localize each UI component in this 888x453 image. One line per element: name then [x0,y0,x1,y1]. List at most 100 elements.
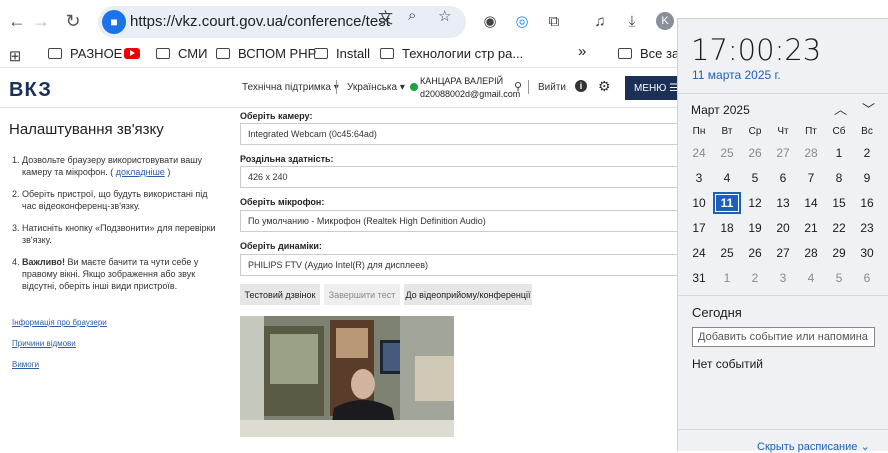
user-name[interactable]: КАНЦАРА ВАЛЕРІЙ [420,76,503,86]
camera-select[interactable]: Integrated Webcam (0c45:64ad) [240,123,680,145]
support-dropdown[interactable]: Технічна підтримка ▾ [242,82,339,93]
calendar-day[interactable]: 14 [797,192,825,214]
bookmark-raznoe[interactable]: РАЗНОЕ [48,46,122,61]
calendar-day[interactable]: 25 [713,242,741,264]
site-header: ВКЗ Технічна підтримка ▾ Українська ▾ КА… [0,70,680,108]
calendar-day[interactable]: 5 [825,267,853,289]
clock-date[interactable]: 11 марта 2025 г. [692,68,781,82]
calendar-day[interactable]: 4 [713,167,741,189]
calendar-day[interactable]: 20 [769,217,797,239]
back-icon[interactable]: ← [6,10,28,32]
calendar-day[interactable]: 5 [741,167,769,189]
calendar-month[interactable]: Март 2025 [691,103,750,117]
forward-icon[interactable]: → [30,10,52,32]
calendar-day[interactable]: 3 [769,267,797,289]
calendar-day[interactable]: 19 [741,217,769,239]
calendar-day[interactable]: 7 [797,167,825,189]
bookmark-star-icon[interactable]: ☆ [438,7,451,25]
calendar-day[interactable]: 1 [825,142,853,164]
calendar-day[interactable]: 12 [741,192,769,214]
calendar-day[interactable]: 2 [741,267,769,289]
calendar-day[interactable]: 4 [797,267,825,289]
resolution-label: Роздільна здатність: [240,154,334,164]
calendar-day[interactable]: 13 [769,192,797,214]
requirements-link[interactable]: Вимоги [12,360,107,369]
refusal-reasons-link[interactable]: Причини відмови [12,339,107,348]
zoom-icon[interactable]: ⌕ [408,7,416,24]
menu-button[interactable]: МЕНЮ ☰ [625,76,680,100]
calendar-day[interactable]: 26 [741,142,769,164]
go-to-conference-button[interactable]: До відеоприйому/конференції [404,284,532,305]
language-dropdown[interactable]: Українська ▾ [347,82,405,93]
download-icon[interactable]: ⤓ [622,11,642,31]
browser-info-link[interactable]: Інформація про браузери [12,318,107,327]
calendar-day[interactable]: 6 [853,267,881,289]
instructions-list: 1. Дозвольте браузеру використовувати ва… [12,154,224,302]
calendar-day[interactable]: 27 [769,242,797,264]
calendar-day[interactable]: 17 [685,217,713,239]
extension-color-icon[interactable]: ◉ [480,11,500,31]
hide-schedule-link[interactable]: Скрыть расписание ⌄ [757,440,870,453]
calendar-day[interactable]: 15 [825,192,853,214]
calendar-day[interactable]: 30 [853,242,881,264]
calendar-day[interactable]: 22 [825,217,853,239]
profile-avatar[interactable]: K [656,12,674,30]
chevron-up-icon[interactable]: ︿ [834,99,847,118]
resolution-select[interactable]: 426 x 240 [240,166,680,188]
list-item: 4. Важливо! Ви маєте бачити та чути себе… [12,257,199,291]
add-event-input[interactable]: Добавить событие или напомина [692,327,875,347]
calendar-day[interactable]: 9 [853,167,881,189]
calendar-day[interactable]: 6 [769,167,797,189]
user-email[interactable]: d20088002d@gmail.com [420,89,520,99]
calendar-day[interactable]: 10 [685,192,713,214]
calendar-day[interactable]: 3 [685,167,713,189]
folder-icon [156,48,170,59]
reload-icon[interactable]: ↻ [62,10,84,32]
calendar-day[interactable]: 24 [685,142,713,164]
microphone-select[interactable]: По умолчанию - Микрофон (Realtek High De… [240,210,680,232]
calendar-day-today[interactable]: 11 [713,192,741,214]
speakers-select[interactable]: PHILIPS FTV (Аудио Intel(R) для дисплеев… [240,254,680,276]
bookmarks-overflow-button[interactable]: » [578,43,586,60]
calendar-day[interactable]: 1 [713,267,741,289]
settings-gears-icon[interactable]: ⚙ [598,78,611,95]
calendar-day[interactable]: 25 [713,142,741,164]
calendar-day[interactable]: 18 [713,217,741,239]
logout-link[interactable]: Вийти [538,82,566,93]
calendar-day[interactable]: 26 [741,242,769,264]
calendar-day[interactable]: 24 [685,242,713,264]
calendar-day[interactable]: 23 [853,217,881,239]
translate-icon[interactable]: 文 [378,7,393,28]
info-icon[interactable]: i [575,80,587,92]
weekday-label: Сб [832,126,846,137]
url-text[interactable]: https://vkz.court.gov.ua/conference/test [130,13,390,30]
finish-test-button[interactable]: Завершити тест [324,284,400,305]
chevron-down-icon[interactable]: ﹀ [862,99,875,118]
shazam-icon[interactable]: ◎ [512,11,532,31]
bookmark-vspom-php[interactable]: ВСПОМ PHP [216,46,316,61]
calendar-day[interactable]: 8 [825,167,853,189]
calendar-day[interactable]: 28 [797,242,825,264]
calendar-flyout: 17:00:23 11 марта 2025 г. Март 2025 ︿ ﹀ … [677,18,888,453]
calendar-day[interactable]: 16 [853,192,881,214]
webcam-frame [240,316,454,437]
calendar-day[interactable]: 31 [685,267,713,289]
site-logo[interactable]: ВКЗ [9,79,52,102]
calendar-day[interactable]: 28 [797,142,825,164]
weekday-label: Чт [777,126,789,137]
calendar-day[interactable]: 21 [797,217,825,239]
camera-in-use-icon[interactable]: ■ [102,10,126,34]
apps-grid-icon[interactable]: ⊞ [5,46,25,66]
calendar-day[interactable]: 2 [853,142,881,164]
weekday-label: Пн [692,126,706,137]
media-control-icon[interactable]: ♫ [590,11,610,31]
bookmark-tehnologii[interactable]: Технологии стр ра... [380,46,523,61]
bookmark-install[interactable]: Install [314,46,370,61]
test-call-button[interactable]: Тестовий дзвінок [240,284,320,305]
extensions-puzzle-icon[interactable]: ⧉ [544,11,564,31]
folder-icon [618,48,632,59]
bookmark-smi[interactable]: СМИ [124,46,207,61]
calendar-day[interactable]: 29 [825,242,853,264]
calendar-day[interactable]: 27 [769,142,797,164]
details-link[interactable]: докладніше [116,167,165,177]
